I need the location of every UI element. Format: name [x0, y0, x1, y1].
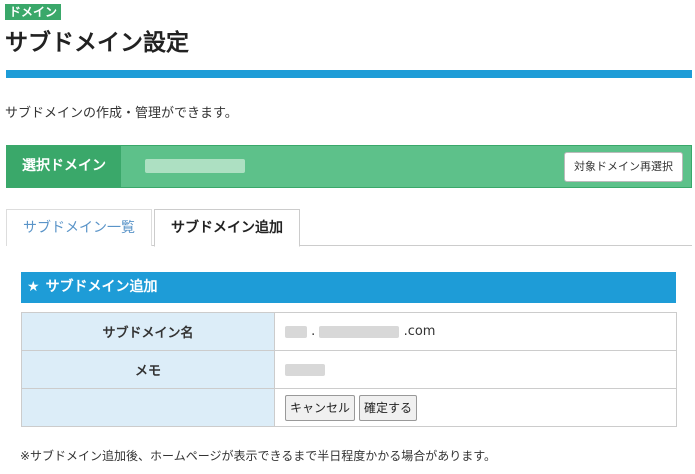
domain-name-redacted — [319, 325, 400, 338]
section-header: ★ サブドメイン追加 — [21, 272, 676, 303]
category-badge: ドメイン — [5, 4, 62, 20]
section-title: サブドメイン追加 — [45, 279, 158, 295]
empty-label-cell — [21, 388, 275, 427]
page-description: サブドメインの作成・管理ができます。 — [5, 106, 238, 121]
memo-label: メモ — [21, 350, 275, 389]
tab-bar: サブドメイン一覧 サブドメイン追加 — [6, 209, 692, 247]
reselect-domain-button[interactable]: 対象ドメイン再選択 — [564, 152, 683, 182]
subdomain-suffix: .com — [403, 324, 436, 339]
selected-domain-value-redacted — [145, 159, 245, 173]
subdomain-name-field[interactable]: . .com — [274, 312, 677, 351]
action-buttons-cell: キャンセル 確定する — [274, 388, 677, 427]
subdomain-prefix-redacted — [285, 325, 307, 338]
selected-domain-panel: 選択ドメイン 対象ドメイン再選択 — [6, 145, 692, 188]
table-row: サブドメイン名 . .com — [21, 312, 677, 351]
memo-field[interactable] — [274, 350, 677, 389]
subdomain-form-table: サブドメイン名 . .com メモ キャンセル 確定する — [21, 312, 677, 427]
tab-subdomain-list[interactable]: サブドメイン一覧 — [6, 209, 152, 246]
page-title: サブドメイン設定 — [5, 30, 189, 56]
table-row: キャンセル 確定する — [21, 388, 677, 427]
footnote: ※サブドメイン追加後、ホームページが表示できるまで半日程度かかる場合があります。 — [20, 449, 497, 463]
subdomain-name-label: サブドメイン名 — [21, 312, 275, 351]
star-icon: ★ — [27, 279, 40, 295]
selected-domain-label: 選択ドメイン — [7, 146, 121, 187]
cancel-button[interactable]: キャンセル — [285, 394, 356, 421]
title-divider-bar — [6, 70, 692, 78]
memo-value-redacted — [285, 363, 325, 376]
confirm-button[interactable]: 確定する — [359, 394, 418, 421]
table-row: メモ — [21, 350, 677, 389]
tab-subdomain-add[interactable]: サブドメイン追加 — [154, 209, 300, 247]
